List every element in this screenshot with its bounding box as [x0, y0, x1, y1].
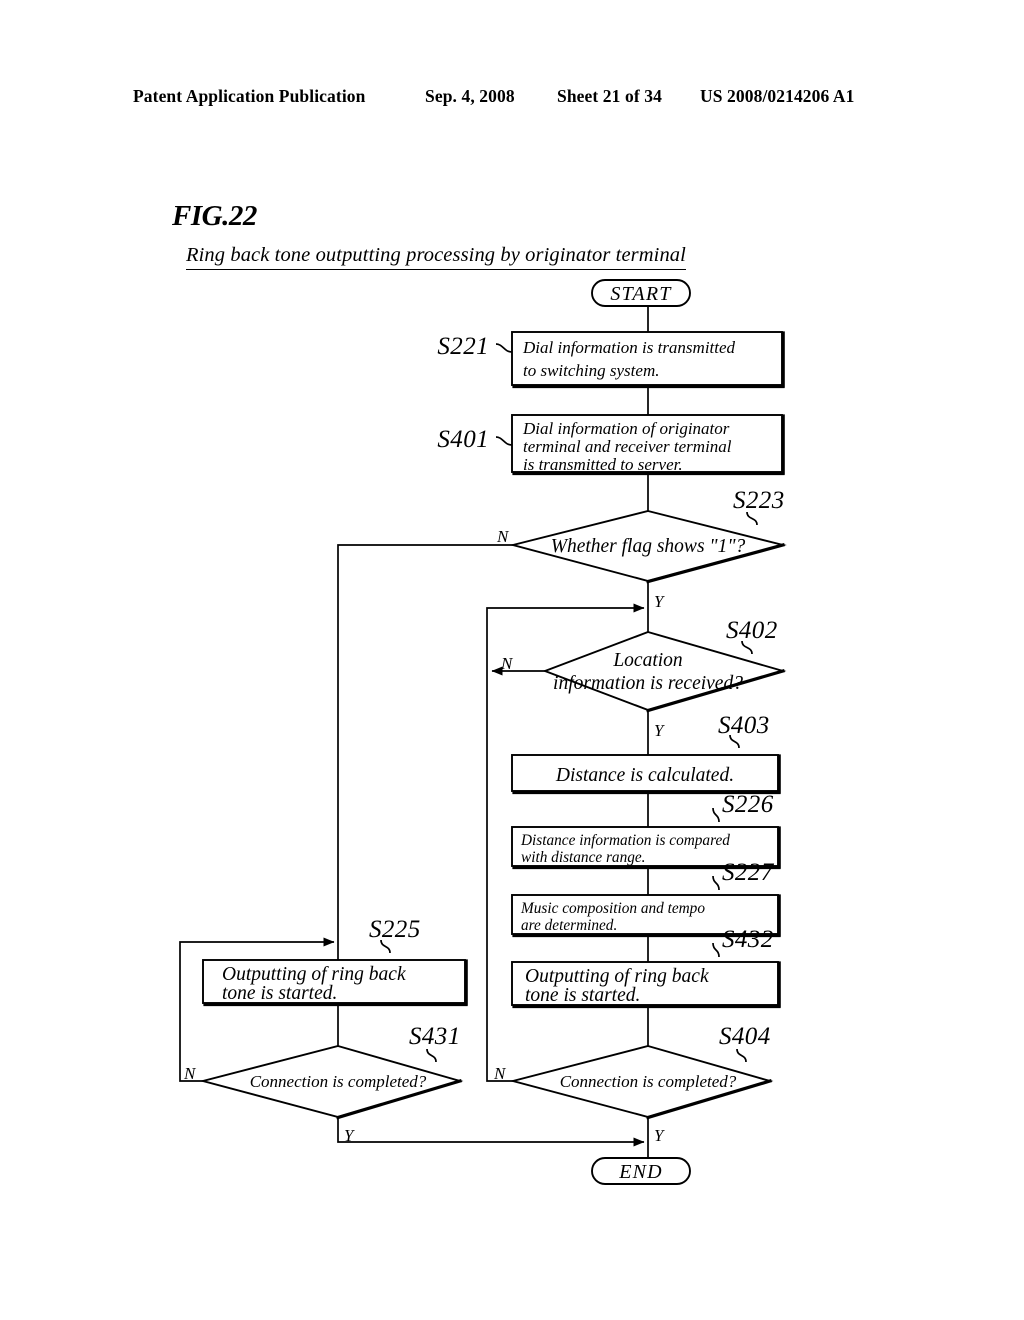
leader-s404	[736, 1048, 747, 1063]
node-s225-line2: tone is started.	[222, 983, 337, 1004]
node-s223-label: Whether flag shows "1"?	[551, 536, 746, 557]
node-s401-line2: terminal and receiver terminal	[523, 437, 732, 456]
node-s432-line1: Outputting of ring back	[525, 966, 709, 987]
node-s227-line2: are determined.	[521, 917, 617, 934]
node-s226: Distance information is compared with di…	[511, 791, 781, 870]
node-s403-tag: S403	[718, 712, 770, 739]
node-s225-tag: S225	[369, 916, 421, 943]
node-s226-tag: S226	[722, 791, 774, 818]
node-s401: Dial information of originator terminal …	[437, 414, 785, 476]
terminal-end-label: END	[618, 1161, 663, 1183]
node-s227-line1: Music composition and tempo	[520, 900, 705, 917]
node-s223-tag: S223	[733, 487, 785, 514]
node-s402-tag: S402	[726, 617, 778, 644]
node-s403-label: Distance is calculated.	[555, 765, 734, 786]
node-s402-yes-label: Y	[654, 721, 665, 740]
node-s225-line1: Outputting of ring back	[222, 964, 406, 985]
terminal-start: START	[591, 279, 691, 307]
node-s402-line2: information is received?	[553, 673, 743, 694]
node-s221-line2: to switching system.	[523, 361, 659, 380]
node-s431-no-label: N	[183, 1064, 197, 1083]
patent-page: Patent Application Publication Sep. 4, 2…	[0, 0, 1024, 1320]
node-s401-line3: is transmitted to server.	[523, 455, 683, 474]
node-s432: Outputting of ring back tone is started.…	[511, 926, 781, 1009]
node-s221: Dial information is transmitted to switc…	[437, 331, 785, 389]
node-s402-line1: Location	[612, 650, 682, 671]
node-s221-line1: Dial information is transmitted	[522, 338, 736, 357]
node-s431-tag: S431	[409, 1023, 461, 1050]
node-s227-tag: S227	[722, 859, 775, 886]
node-s431-label: Connection is completed?	[250, 1072, 427, 1091]
leader-s227	[712, 875, 720, 891]
node-s223: Whether flag shows "1"? N Y S223	[496, 487, 787, 611]
flowchart: START Dial information is transmitted to…	[179, 279, 787, 1185]
node-s404: Connection is completed? N Y S404	[493, 1023, 774, 1145]
node-s225: Outputting of ring back tone is started.…	[202, 916, 468, 1007]
node-s223-no-label: N	[496, 527, 510, 546]
node-s431: Connection is completed? N Y S431	[183, 1023, 464, 1145]
node-s401-line1: Dial information of originator	[522, 419, 730, 438]
node-s401-tag: S401	[437, 426, 489, 453]
node-s432-tag: S432	[722, 926, 774, 953]
node-s223-yes-label: Y	[654, 592, 665, 611]
terminal-end: END	[591, 1157, 691, 1185]
node-s402-no-label: N	[500, 654, 514, 673]
node-s404-yes-label: Y	[654, 1126, 665, 1145]
node-s404-no-label: N	[493, 1064, 507, 1083]
node-s226-line1: Distance information is compared	[520, 832, 730, 849]
node-s404-tag: S404	[719, 1023, 771, 1050]
node-s226-line2: with distance range.	[521, 849, 646, 866]
node-s404-label: Connection is completed?	[560, 1072, 737, 1091]
node-s432-line2: tone is started.	[525, 985, 640, 1006]
node-s431-yes-label: Y	[344, 1126, 355, 1145]
leader-s432	[712, 942, 720, 958]
node-s221-tag: S221	[437, 333, 489, 360]
terminal-start-label: START	[610, 283, 672, 305]
edge-s431-yes-to-end	[337, 1117, 645, 1147]
node-s227: Music composition and tempo are determin…	[511, 859, 781, 938]
leader-s401	[495, 436, 513, 446]
leader-s431	[426, 1048, 437, 1063]
leader-s221	[495, 343, 513, 353]
leader-s226	[712, 807, 720, 823]
node-s403: Distance is calculated. S403	[511, 712, 781, 795]
